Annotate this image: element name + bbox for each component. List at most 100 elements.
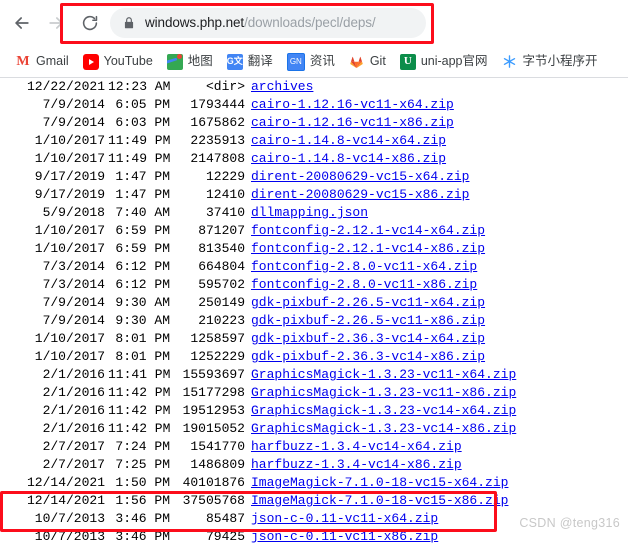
file-name-cell: fontconfig-2.8.0-vc11-x64.zip [251,258,477,276]
file-name-cell: json-c-0.11-vc11-x86.zip [251,528,438,546]
address-bar[interactable]: windows.php.net/downloads/pecl/deps/ [110,8,426,38]
bookmark-translate[interactable]: G文 翻译 [222,50,278,74]
file-name-cell: harfbuzz-1.3.4-vc14-x64.zip [251,438,462,456]
listing-row: 7/3/2014 6:12 PM 664804 fontconfig-2.8.0-vc… [0,258,628,276]
file-name-cell: GraphicsMagick-1.3.23-vc14-x64.zip [251,402,516,420]
file-name-cell: fontconfig-2.8.0-vc11-x86.zip [251,276,477,294]
file-size: 210223 [198,313,245,328]
file-size: 37410 [205,205,245,220]
directory-link[interactable]: archives [251,79,313,94]
listing-row: 10/7/2013 3:46 PM 79425 json-c-0.11-vc11-x8… [0,528,628,546]
file-size: 79425 [205,529,245,544]
back-button[interactable] [8,9,36,37]
file-date: 1/10/2017 [34,241,105,256]
file-name-cell: cairo-1.12.16-vc11-x64.zip [251,96,454,114]
listing-row: 2/1/2016 11:42 PM 19512953 GraphicsMagick-1… [0,402,628,420]
file-link[interactable]: fontconfig-2.12.1-vc14-x86.zip [251,241,485,256]
back-arrow-icon [12,13,32,33]
file-link[interactable]: GraphicsMagick-1.3.23-vc14-x64.zip [251,403,516,418]
file-link[interactable]: GraphicsMagick-1.3.23-vc11-x64.zip [251,367,516,382]
file-date: 5/9/2018 [42,205,105,220]
listing-row: 5/9/2018 7:40 AM 37410 dllmapping.json [0,204,628,222]
file-size: 1541770 [190,439,245,454]
file-link[interactable]: json-c-0.11-vc11-x64.zip [251,511,438,526]
dir-marker: <dir> [205,79,245,94]
file-date: 2/1/2016 [42,385,105,400]
file-size: 250149 [198,295,245,310]
file-date: 2/1/2016 [42,367,105,382]
file-link[interactable]: gdk-pixbuf-2.36.3-vc14-x64.zip [251,331,485,346]
file-size: 813540 [198,241,245,256]
file-date: 7/3/2014 [42,277,105,292]
file-link[interactable]: gdk-pixbuf-2.36.3-vc14-x86.zip [251,349,485,364]
browser-toolbar: windows.php.net/downloads/pecl/deps/ [0,0,628,46]
file-rows: 12/22/2021 12:23 AM <dir> archives 7/9/2014 6… [0,78,628,546]
file-name-cell: cairo-1.12.16-vc11-x86.zip [251,114,454,132]
file-link[interactable]: dirent-20080629-vc15-x86.zip [251,187,469,202]
file-link[interactable]: cairo-1.14.8-vc14-x86.zip [251,151,446,166]
file-name-cell: gdk-pixbuf-2.26.5-vc11-x86.zip [251,312,485,330]
file-link[interactable]: dirent-20080629-vc15-x64.zip [251,169,469,184]
bookmark-label: Gmail [36,54,69,69]
file-date: 12/14/2021 [26,493,105,508]
file-name-cell: GraphicsMagick-1.3.23-vc11-x86.zip [251,384,516,402]
file-name-cell: dirent-20080629-vc15-x64.zip [251,168,469,186]
file-link[interactable]: GraphicsMagick-1.3.23-vc11-x86.zip [251,385,516,400]
bookmark-youtube[interactable]: YouTube [78,50,158,74]
bookmark-news[interactable]: GN 资讯 [282,50,340,74]
listing-row: 1/10/2017 6:59 PM 813540 fontconfig-2.12.1-… [0,240,628,258]
bookmarks-bar: M Gmail YouTube 地图 G文 翻译 GN 资讯 Git U uni… [0,46,628,77]
reload-button[interactable] [76,9,104,37]
bookmark-gmail[interactable]: M Gmail [10,50,74,74]
file-link[interactable]: ImageMagick-7.1.0-18-vc15-x64.zip [251,475,508,490]
file-size: 15177298 [182,385,245,400]
file-link[interactable]: json-c-0.11-vc11-x86.zip [251,529,438,544]
file-date: 12/22/2021 [26,79,105,94]
file-link[interactable]: ImageMagick-7.1.0-18-vc15-x86.zip [251,493,508,508]
file-link[interactable]: harfbuzz-1.3.4-vc14-x86.zip [251,457,462,472]
file-date: 10/7/2013 [34,511,105,526]
reload-icon [81,14,99,32]
bookmark-uniapp[interactable]: U uni-app官网 [395,50,493,74]
uniapp-icon: U [399,53,416,70]
bookmark-label: 地图 [187,54,213,69]
file-size: 1486809 [190,457,245,472]
file-link[interactable]: cairo-1.14.8-vc14-x64.zip [251,133,446,148]
file-size: 12229 [205,169,245,184]
file-date: 1/10/2017 [34,151,105,166]
listing-row: 9/17/2019 1:47 PM 12410 dirent-20080629-vc1… [0,186,628,204]
bookmark-label: 资讯 [309,54,335,69]
file-date: 1/10/2017 [34,223,105,238]
file-size: 2235913 [190,133,245,148]
file-link[interactable]: cairo-1.12.16-vc11-x86.zip [251,115,454,130]
lock-icon[interactable] [122,16,136,30]
file-link[interactable]: harfbuzz-1.3.4-vc14-x64.zip [251,439,462,454]
browser-chrome: windows.php.net/downloads/pecl/deps/ M G… [0,0,628,78]
file-name-cell: GraphicsMagick-1.3.23-vc14-x86.zip [251,420,516,438]
file-date: 2/7/2017 [42,457,105,472]
bookmark-label: Git [369,54,386,69]
listing-row: 2/1/2016 11:41 PM 15593697 GraphicsMagick-1… [0,366,628,384]
listing-row: 2/7/2017 7:24 PM 1541770 harfbuzz-1.3.4-vc1… [0,438,628,456]
listing-row: 1/10/2017 8:01 PM 1258597 gdk-pixbuf-2.36.3… [0,330,628,348]
file-size: 871207 [198,223,245,238]
bookmark-maps[interactable]: 地图 [162,50,218,74]
file-size: 595702 [198,277,245,292]
file-link[interactable]: gdk-pixbuf-2.26.5-vc11-x86.zip [251,313,485,328]
file-date: 2/7/2017 [42,439,105,454]
listing-row: 2/7/2017 7:25 PM 1486809 harfbuzz-1.3.4-vc1… [0,456,628,474]
file-name-cell: gdk-pixbuf-2.36.3-vc14-x86.zip [251,348,485,366]
file-link[interactable]: gdk-pixbuf-2.26.5-vc11-x64.zip [251,295,485,310]
file-link[interactable]: cairo-1.12.16-vc11-x64.zip [251,97,454,112]
file-name-cell: fontconfig-2.12.1-vc14-x86.zip [251,240,485,258]
file-link[interactable]: GraphicsMagick-1.3.23-vc14-x86.zip [251,421,516,436]
file-link[interactable]: fontconfig-2.8.0-vc11-x64.zip [251,259,477,274]
bookmark-git[interactable]: Git [344,50,391,74]
file-link[interactable]: fontconfig-2.12.1-vc14-x64.zip [251,223,485,238]
file-link[interactable]: fontconfig-2.8.0-vc11-x86.zip [251,277,477,292]
listing-row: 2/1/2016 11:42 PM 19015052 GraphicsMagick-1… [0,420,628,438]
file-size: 1252229 [190,349,245,364]
forward-button[interactable] [42,9,70,37]
file-link[interactable]: dllmapping.json [251,205,368,220]
bookmark-bytedance[interactable]: 字节小程序开 [497,50,603,74]
